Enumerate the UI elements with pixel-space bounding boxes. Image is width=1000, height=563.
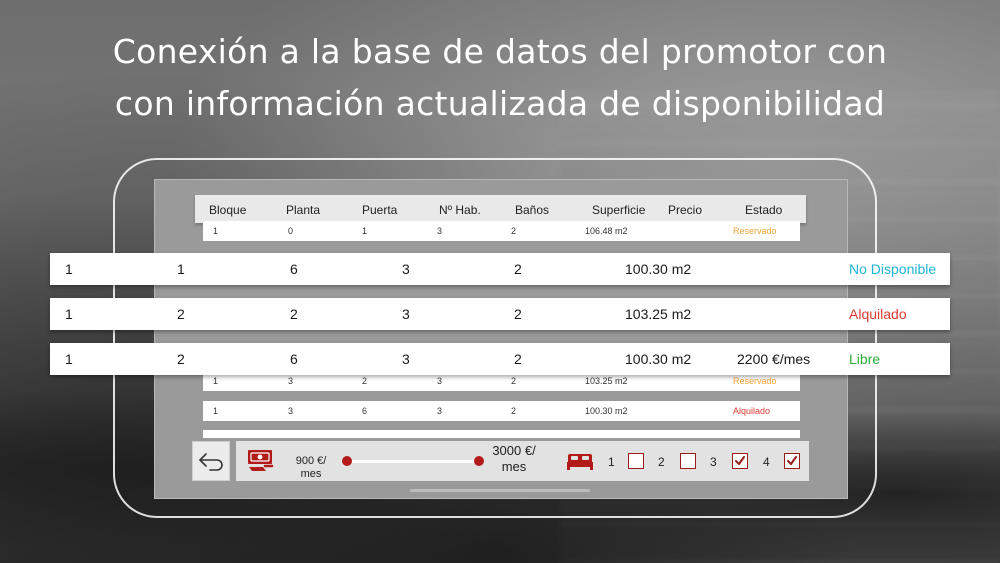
back-arrow-icon xyxy=(199,453,223,471)
back-button[interactable] xyxy=(192,441,230,481)
highlight-row-alquilado[interactable]: 1 2 2 3 2 103.25 m2 Alquilado xyxy=(50,298,950,330)
home-indicator xyxy=(410,489,590,492)
table-header: Bloque Planta Puerta Nº Hab. Baños Super… xyxy=(195,195,806,223)
column-header-puerta[interactable]: Puerta xyxy=(362,203,397,217)
column-header-estado[interactable]: Estado xyxy=(745,203,782,217)
highlight-row-libre[interactable]: 1 2 6 3 2 100.30 m2 2200 €/mes Libre xyxy=(50,343,950,375)
status-badge: Alquilado xyxy=(733,406,771,416)
filter-footer: 900 €/ mes 3000 €/ mes 1 2 3 4 xyxy=(192,441,809,483)
highlight-row-no-disponible[interactable]: 1 1 6 3 2 100.30 m2 No Disponible xyxy=(50,253,950,285)
price-slider-track[interactable] xyxy=(346,460,478,463)
table-row[interactable]: 1 0 1 3 2 106.48 m2 Reservado xyxy=(203,221,800,241)
headline: Conexión a la base de datos del promotor… xyxy=(0,26,1000,130)
room-filter-label: 1 xyxy=(608,455,615,469)
column-header-bloque[interactable]: Bloque xyxy=(209,203,246,217)
room-filter-label: 2 xyxy=(658,455,665,469)
price-min-label: 900 €/ mes xyxy=(295,455,327,480)
table-row[interactable]: 1 3 6 3 2 100.30 m2 Alquilado xyxy=(203,401,800,421)
column-header-precio[interactable]: Precio xyxy=(668,203,702,217)
status-badge: Reservado xyxy=(733,376,777,386)
table-row-partial xyxy=(203,430,800,438)
money-icon xyxy=(248,450,274,471)
column-header-banos[interactable]: Baños xyxy=(515,203,549,217)
price-max-label: 3000 €/ mes xyxy=(492,443,536,474)
filter-bar: 900 €/ mes 3000 €/ mes 1 2 3 4 xyxy=(236,441,809,481)
headline-line-1: Conexión a la base de datos del promotor… xyxy=(112,32,888,71)
status-badge: Libre xyxy=(849,351,881,367)
price-slider-min-handle[interactable] xyxy=(342,456,352,466)
bed-icon xyxy=(567,454,593,470)
room-filter-label: 4 xyxy=(763,455,770,469)
room-filter-checkbox-3[interactable] xyxy=(732,453,748,469)
checkmark-icon xyxy=(787,456,797,465)
price-slider-max-handle[interactable] xyxy=(474,456,484,466)
room-filter-checkbox-2[interactable] xyxy=(680,453,696,469)
room-filter-checkbox-4[interactable] xyxy=(784,453,800,469)
room-filter-label: 3 xyxy=(710,455,717,469)
status-badge: Alquilado xyxy=(849,306,907,322)
column-header-planta[interactable]: Planta xyxy=(286,203,320,217)
column-header-hab[interactable]: Nº Hab. xyxy=(439,203,481,217)
status-badge: No Disponible xyxy=(849,261,937,277)
checkmark-icon xyxy=(735,456,745,465)
column-header-superficie[interactable]: Superficie xyxy=(592,203,645,217)
status-badge: Reservado xyxy=(733,226,777,236)
room-filter-checkbox-1[interactable] xyxy=(628,453,644,469)
headline-line-2: con información actualizada de disponibi… xyxy=(114,84,886,123)
